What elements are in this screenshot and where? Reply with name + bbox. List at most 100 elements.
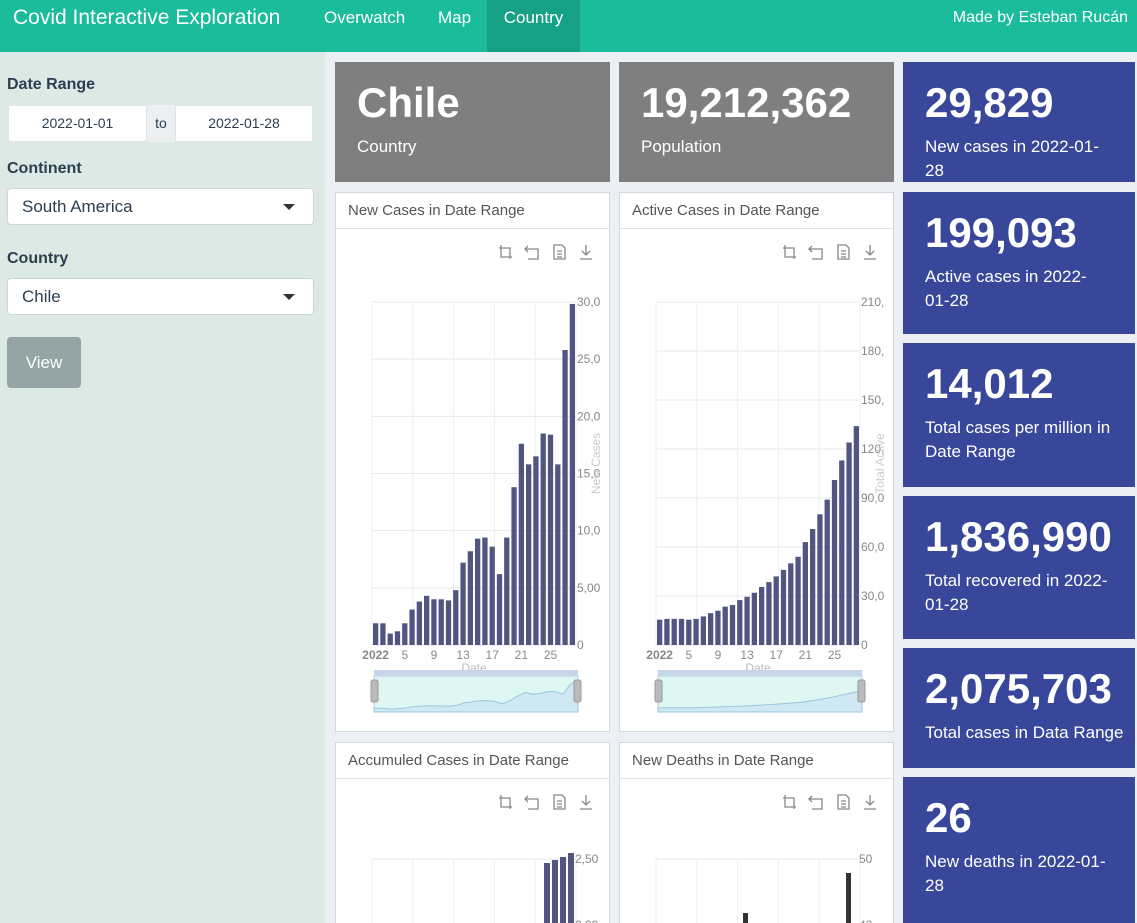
stat-label: Active cases in 2022-01-28 [925, 267, 1087, 310]
y-tick-label: 30,0 [577, 295, 601, 309]
bar [766, 582, 772, 645]
bar [657, 619, 663, 645]
nav-overwatch[interactable]: Overwatch [324, 0, 405, 52]
country-info-box: Chile Country [335, 62, 610, 182]
active-cases-chart[interactable]: 030,060,090,0120,150,180,210,2022 5 9 13 17 2… [620, 229, 895, 731]
date-separator: to [147, 105, 175, 142]
bar [402, 623, 408, 645]
bar [788, 563, 794, 645]
bar [511, 487, 517, 645]
x-tick-label: 13 [456, 648, 470, 662]
app-title[interactable]: Covid Interactive Exploration [13, 6, 280, 30]
y-tick-label: 2,00 [575, 918, 599, 923]
chevron-down-icon [283, 204, 295, 210]
country-select[interactable]: Chile [7, 278, 314, 315]
bar [482, 537, 488, 645]
bar [802, 542, 808, 645]
nav-country[interactable]: Country [487, 0, 580, 52]
bar [722, 606, 728, 645]
date-range-label: Date Range [7, 76, 96, 93]
x-tick-label: 17 [486, 648, 500, 662]
new-cases-chart[interactable]: 05,0010,015,020,025,030,02022 5 9 13 17 21 25D… [336, 229, 611, 731]
bar [409, 609, 415, 645]
bar [737, 600, 743, 645]
stat-box-new-deaths: 26 New deaths in 2022-01-28 [903, 777, 1135, 923]
bar [831, 480, 838, 645]
bar [416, 601, 422, 645]
x-tick-label: 5 [401, 648, 408, 662]
country-info-label: Country [357, 137, 417, 156]
bar [693, 618, 699, 645]
bar [394, 631, 401, 645]
chevron-down-icon [283, 294, 295, 300]
bar [475, 538, 481, 645]
stat-label: Total cases per million in Date Range [925, 418, 1111, 461]
bar [438, 599, 444, 645]
x-tick-label: 9 [431, 648, 438, 662]
data-zoom-slider[interactable] [370, 670, 582, 713]
data-zoom-slider[interactable] [654, 670, 866, 713]
bar [846, 442, 852, 645]
population-value: 19,212,362 [641, 79, 852, 126]
bar [810, 529, 816, 645]
stat-value: 1,836,990 [925, 513, 1112, 560]
bar [552, 860, 558, 923]
panel-title: New Cases in Date Range [336, 193, 609, 229]
x-tick-label: 25 [544, 648, 558, 662]
bar [817, 514, 823, 645]
bar [547, 434, 554, 645]
y-tick-label: 210, [861, 295, 884, 309]
country-name-value: Chile [357, 79, 460, 126]
stat-value: 29,829 [925, 79, 1054, 126]
date-start-input[interactable]: 2022-01-01 [8, 105, 147, 142]
bar [664, 618, 670, 645]
stat-box-new-cases: 29,829 New cases in 2022-01-28 [903, 62, 1135, 182]
bar [671, 618, 677, 645]
nav-map[interactable]: Map [438, 0, 471, 52]
accumulated-cases-chart[interactable]: 2,00 2,50 [336, 779, 611, 923]
y-tick-label: 50 [859, 852, 873, 866]
y-tick-label: 5,00 [577, 581, 601, 595]
top-navbar: Covid Interactive Exploration Overwatch … [0, 0, 1137, 52]
bar [504, 537, 510, 645]
panel-title: New Deaths in Date Range [620, 743, 893, 779]
stat-label: New cases in 2022-01-28 [925, 137, 1099, 180]
bar [453, 590, 459, 645]
view-button[interactable]: View [7, 337, 81, 388]
sidebar [0, 52, 325, 923]
bar [568, 853, 574, 923]
x-tick-label: 2022 [362, 648, 389, 662]
slider-handle-left [370, 679, 379, 703]
stat-value: 199,093 [925, 209, 1077, 256]
continent-select[interactable]: South America [7, 188, 314, 225]
bar [467, 551, 473, 645]
y-axis-label: New Cases [589, 433, 603, 494]
bar [555, 464, 561, 645]
bar [445, 600, 452, 645]
bar [560, 857, 566, 923]
y-tick-label: 25,0 [577, 352, 601, 366]
panel-title: Accumuled Cases in Date Range [336, 743, 609, 779]
y-tick-label: 30,0 [861, 589, 885, 603]
y-tick-label: 60,0 [861, 540, 885, 554]
country-value: Chile [22, 287, 61, 306]
continent-value: South America [22, 197, 133, 216]
bar [526, 464, 532, 645]
stat-value: 14,012 [925, 360, 1054, 407]
y-tick-label: 40 [859, 918, 873, 923]
stat-label: Total recovered in 2022-01-28 [925, 571, 1108, 614]
new-deaths-chart[interactable]: 40 50 [620, 779, 895, 923]
y-tick-label: 0 [861, 638, 868, 652]
bar [744, 596, 750, 645]
bar [759, 587, 765, 645]
chart-grid [655, 858, 861, 923]
bar [824, 499, 830, 645]
slider-handle-left [654, 679, 663, 703]
bar [380, 623, 386, 645]
y-tick-label: 0 [577, 638, 584, 652]
x-tick-label: 25 [828, 648, 842, 662]
continent-label: Continent [7, 160, 82, 177]
bar [708, 613, 714, 645]
date-end-input[interactable]: 2022-01-28 [175, 105, 313, 142]
bar [496, 574, 503, 645]
